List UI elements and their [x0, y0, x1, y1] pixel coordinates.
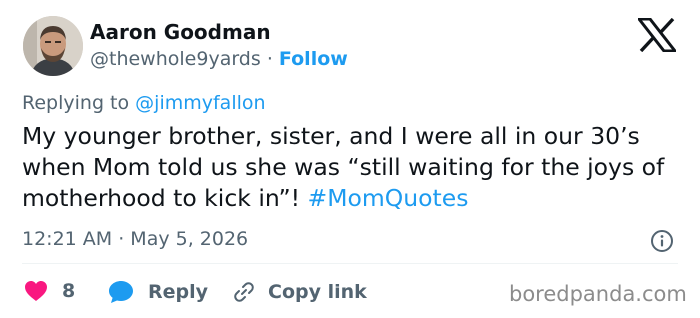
user-handle[interactable]: @thewhole9yards: [90, 48, 261, 70]
info-icon[interactable]: [650, 229, 674, 253]
tweet-text: My younger brother, sister, and I were a…: [22, 121, 682, 214]
x-logo-icon[interactable]: [635, 17, 679, 53]
hashtag-link[interactable]: #MomQuotes: [308, 184, 469, 212]
replying-to: Replying to @jimmyfallon: [22, 92, 266, 114]
user-name[interactable]: Aaron Goodman: [90, 20, 271, 44]
follow-button[interactable]: Follow: [279, 48, 348, 70]
copy-link-button[interactable]: Copy link: [232, 280, 367, 304]
link-icon: [232, 280, 268, 304]
avatar[interactable]: [23, 16, 83, 76]
handle-line: @thewhole9yards · Follow: [90, 48, 348, 70]
heart-icon: [24, 280, 62, 302]
like-button[interactable]: 8: [24, 280, 75, 302]
replying-prefix: Replying to: [22, 92, 130, 114]
divider: [22, 263, 678, 264]
timestamp[interactable]: 12:21 AM · May 5, 2026: [22, 228, 248, 250]
like-count: 8: [62, 280, 76, 302]
watermark: boredpanda.com: [509, 282, 687, 306]
handle-separator: ·: [266, 48, 273, 70]
reply-mention-link[interactable]: @jimmyfallon: [135, 92, 265, 114]
reply-bubble-icon: [108, 280, 148, 304]
reply-button[interactable]: Reply: [108, 280, 208, 304]
copy-link-label: Copy link: [268, 281, 367, 303]
reply-label: Reply: [148, 281, 209, 303]
